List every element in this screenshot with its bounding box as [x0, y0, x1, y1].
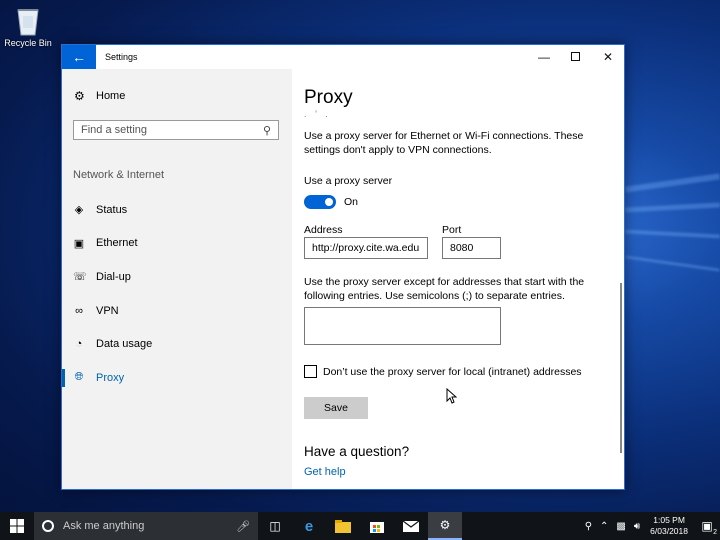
edge-icon: e: [304, 517, 314, 535]
mouse-cursor-icon: [446, 388, 457, 404]
dialup-icon: ☏: [73, 271, 87, 284]
taskbar-search-placeholder: Ask me anything: [63, 520, 145, 532]
arrow-left-icon: ←: [72, 49, 86, 65]
toggle-state-label: On: [344, 196, 359, 208]
sidebar-item-label: Data usage: [96, 338, 153, 351]
date-label: 6/03/2018: [650, 526, 688, 536]
gear-icon: ⚙: [439, 518, 451, 532]
sidebar: ⚙ Home ⚲ Network & Internet ◈ Status ▣ E…: [62, 69, 292, 489]
address-label: Address: [304, 224, 343, 236]
time-label: 1:05 PM: [653, 515, 685, 525]
settings-window: ← Settings — ✕ ⚙ Home ⚲ Network & Intern…: [61, 44, 625, 490]
action-center-button[interactable]: ▣ 2: [694, 512, 720, 540]
get-help-link[interactable]: Get help: [304, 466, 346, 478]
notification-count: 2: [713, 529, 717, 536]
sidebar-item-status[interactable]: ◈ Status: [62, 193, 292, 227]
recycle-bin-shortcut[interactable]: Recycle Bin: [4, 4, 52, 48]
use-proxy-label: Use a proxy server: [304, 175, 393, 187]
cortana-icon: [42, 520, 54, 532]
home-link[interactable]: ⚙ Home: [74, 89, 125, 103]
ethernet-icon: ▣: [73, 237, 85, 250]
file-explorer-button[interactable]: [326, 512, 360, 540]
exceptions-description: Use the proxy server except for addresse…: [304, 276, 585, 302]
data-usage-icon: ◔: [75, 338, 83, 351]
close-icon: ✕: [602, 50, 614, 64]
wallpaper-beam: [625, 255, 720, 272]
port-input[interactable]: [442, 237, 501, 259]
address-input[interactable]: [304, 237, 428, 259]
wallpaper-beam: [625, 173, 720, 193]
notification-icon: ▣: [701, 519, 713, 533]
sidebar-item-label: Ethernet: [96, 237, 138, 250]
mail-button[interactable]: [394, 512, 428, 540]
mail-icon: [403, 520, 419, 532]
clock[interactable]: 1:05 PM 6/03/2018: [650, 515, 688, 537]
sidebar-item-data-usage[interactable]: ◔ Data usage: [62, 327, 292, 361]
wallpaper-beam: [624, 229, 720, 239]
wallpaper-beam: [624, 202, 720, 213]
globe-status-icon: ◈: [74, 204, 84, 217]
store-icon: [370, 522, 384, 533]
globe-icon: 🌐︎: [74, 371, 84, 384]
vpn-icon: ∞: [75, 304, 83, 317]
close-button[interactable]: ✕: [592, 45, 624, 69]
scrollbar[interactable]: [620, 283, 622, 453]
recycle-bin-icon: [17, 9, 39, 36]
sidebar-item-dialup[interactable]: ☏ Dial-up: [62, 260, 292, 294]
find-setting-search: ⚲: [73, 120, 279, 140]
local-bypass-row: Don’t use the proxy server for local (in…: [304, 365, 582, 378]
sidebar-item-ethernet[interactable]: ▣ Ethernet: [62, 227, 292, 261]
window-title: Settings: [105, 52, 138, 62]
sidebar-item-vpn[interactable]: ∞ VPN: [62, 294, 292, 328]
minimize-button[interactable]: —: [528, 45, 560, 69]
back-button[interactable]: ←: [62, 45, 96, 69]
port-label: Port: [442, 224, 462, 236]
page-title: Proxy: [304, 87, 353, 108]
search-input[interactable]: [81, 124, 263, 136]
task-view-icon: ◫: [269, 519, 281, 533]
volume-icon[interactable]: 🔊︎: [630, 521, 644, 532]
exceptions-input[interactable]: [304, 307, 501, 345]
local-bypass-checkbox[interactable]: [304, 365, 317, 378]
title-bar: ← Settings — ✕: [62, 45, 624, 69]
home-label: Home: [96, 90, 126, 102]
settings-taskbar-button[interactable]: ⚙: [428, 512, 462, 540]
start-button[interactable]: [0, 512, 34, 540]
network-icon[interactable]: ▩: [612, 521, 629, 532]
taskbar: Ask me anything 🎤︎ ◫ e ⚙ ⚲ ⌃ ▩ 🔊︎ 1:05 P…: [0, 512, 720, 540]
system-tray: ⚲ ⌃ ▩ 🔊︎ 1:05 PM 6/03/2018 ▣ 2: [581, 512, 720, 540]
sidebar-item-label: VPN: [96, 304, 119, 317]
microphone-icon[interactable]: 🎤︎: [236, 520, 250, 533]
task-view-button[interactable]: ◫: [258, 512, 292, 540]
maximize-icon: [571, 52, 580, 61]
chevron-up-icon[interactable]: ⌃: [596, 521, 612, 532]
use-proxy-toggle[interactable]: [304, 195, 336, 209]
scrolled-text-fragment: . ’ .: [304, 109, 331, 119]
section-label: Network & Internet: [73, 169, 165, 181]
sidebar-item-label: Dial-up: [96, 270, 131, 283]
edge-button[interactable]: e: [292, 512, 326, 540]
maximize-button[interactable]: [560, 45, 592, 69]
sidebar-item-label: Proxy: [96, 371, 125, 384]
save-button[interactable]: Save: [304, 397, 368, 419]
proxy-content: Proxy . ’ . Use a proxy server for Ether…: [304, 69, 624, 489]
proxy-description: Use a proxy server for Ethernet or Wi-Fi…: [304, 130, 584, 156]
sidebar-item-label: Status: [96, 203, 128, 216]
sidebar-item-proxy[interactable]: 🌐︎ Proxy: [62, 361, 292, 395]
sidebar-nav: ◈ Status ▣ Ethernet ☏ Dial-up ∞ VPN ◔ Da…: [62, 193, 292, 395]
local-bypass-label: Don’t use the proxy server for local (in…: [323, 365, 582, 378]
cortana-search[interactable]: Ask me anything 🎤︎: [34, 512, 258, 540]
folder-icon: [335, 519, 351, 533]
store-button[interactable]: [360, 512, 394, 540]
minimize-icon: —: [538, 50, 550, 64]
question-heading: Have a question?: [304, 444, 410, 459]
people-icon[interactable]: ⚲: [581, 521, 596, 532]
windows-logo-icon: [10, 519, 24, 533]
gear-icon: ⚙: [74, 89, 85, 103]
search-icon[interactable]: ⚲: [263, 124, 271, 137]
recycle-bin-label: Recycle Bin: [4, 38, 52, 48]
